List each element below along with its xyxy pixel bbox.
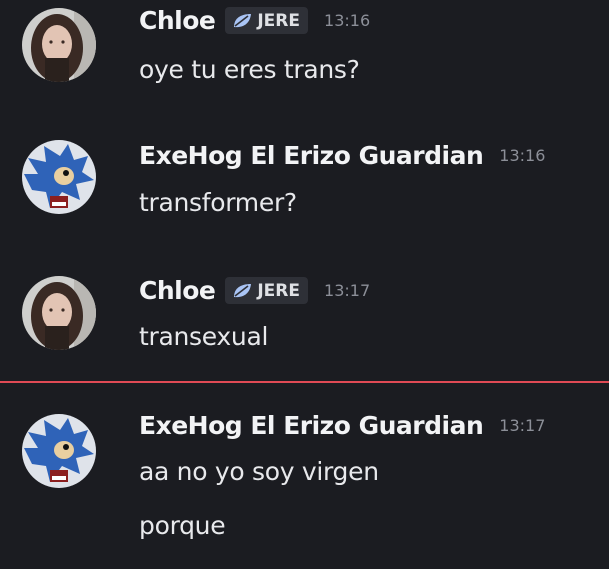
message-text: transexual <box>139 322 269 351</box>
message-text: oye tu eres trans? <box>139 55 360 84</box>
avatar-exehog[interactable] <box>22 140 96 214</box>
leaf-icon <box>234 283 252 297</box>
username[interactable]: ExeHog El Erizo Guardian <box>139 141 484 170</box>
avatar-chloe[interactable] <box>22 8 96 82</box>
guild-tag[interactable]: JERE <box>225 7 309 34</box>
timestamp[interactable]: 13:17 <box>499 416 545 435</box>
message-text: aa no yo soy virgen <box>139 457 379 486</box>
new-messages-divider <box>0 381 609 383</box>
message-text: transformer? <box>139 188 297 217</box>
avatar-exehog[interactable] <box>22 414 96 488</box>
guild-tag-label: JERE <box>257 10 301 31</box>
message-text: porque <box>139 511 226 540</box>
username[interactable]: Chloe <box>139 276 216 305</box>
username[interactable]: ExeHog El Erizo Guardian <box>139 411 484 440</box>
leaf-icon <box>234 13 252 27</box>
avatar-chloe[interactable] <box>22 276 96 350</box>
timestamp[interactable]: 13:16 <box>499 146 545 165</box>
timestamp[interactable]: 13:17 <box>324 281 370 300</box>
guild-tag-label: JERE <box>257 280 301 301</box>
username[interactable]: Chloe <box>139 6 216 35</box>
guild-tag[interactable]: JERE <box>225 277 309 304</box>
timestamp[interactable]: 13:16 <box>324 11 370 30</box>
